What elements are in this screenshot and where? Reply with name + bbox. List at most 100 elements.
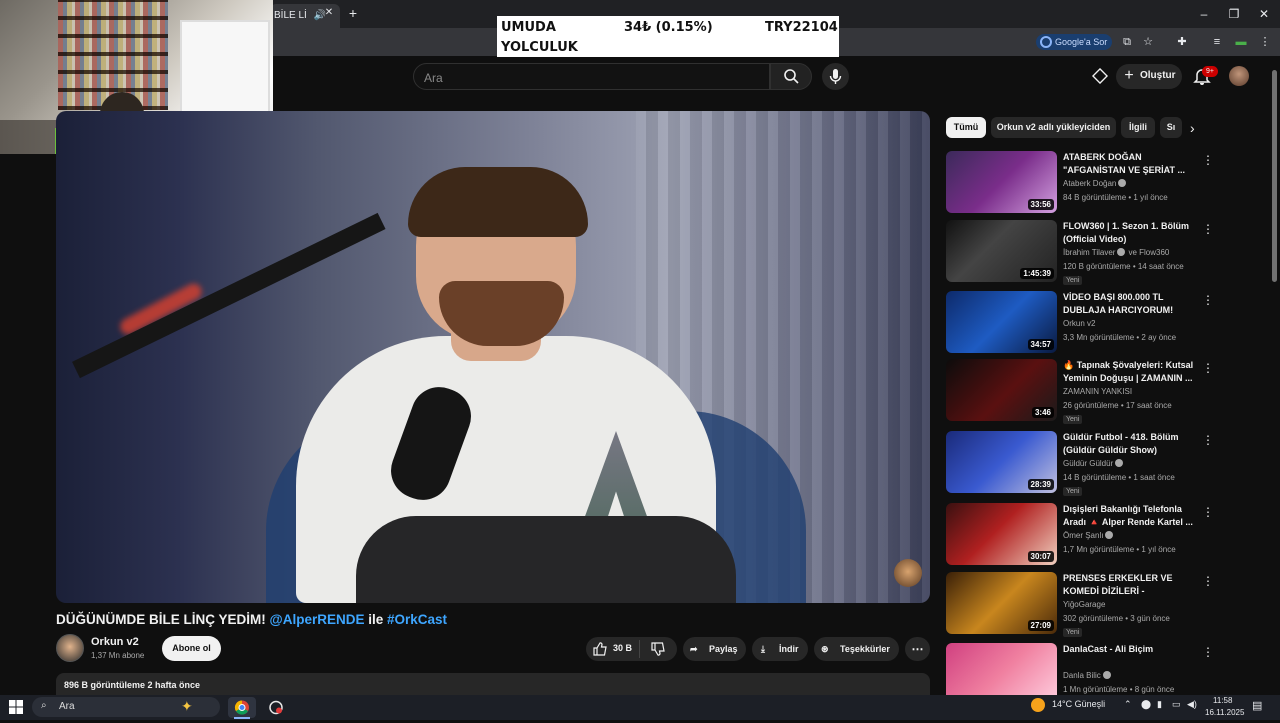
- recommendation-channel[interactable]: Danla Bilic: [1063, 671, 1111, 680]
- share-button[interactable]: ➦ Paylaş: [683, 637, 746, 661]
- more-options-icon[interactable]: ⋮: [1202, 505, 1214, 519]
- recommendation-channel[interactable]: İbrahim Tilaver ve Flow360: [1063, 248, 1169, 257]
- video-title-mention[interactable]: @AlperRENDE: [270, 612, 365, 627]
- more-options-icon[interactable]: ⋮: [1202, 433, 1214, 447]
- restore-icon[interactable]: ❐: [1226, 6, 1242, 22]
- recommendation-item[interactable]: 27:09 PRENSES ERKEKLER VE KOMEDİ DİZİLERİ…: [946, 572, 1216, 638]
- recommendation-channel[interactable]: Ömer Şanlı: [1063, 531, 1114, 540]
- recommendation-title[interactable]: Güldür Futbol - 418. Bölüm (Güldür Güldü…: [1063, 431, 1198, 457]
- wifi-icon[interactable]: ▭: [1172, 699, 1181, 710]
- recommendation-item[interactable]: 33:56 ATABERK DOĞAN "AFGANİSTAN VE ŞERİAT…: [946, 151, 1216, 217]
- channel-avatar[interactable]: [56, 634, 84, 662]
- like-icon[interactable]: [592, 641, 608, 657]
- recommendation-channel[interactable]: ZAMANIN YANKISI: [1063, 387, 1132, 396]
- video-title: DÜĞÜNÜMDE BİLE LİNÇ YEDİM! @AlperRENDE i…: [56, 612, 930, 630]
- recommendation-item[interactable]: 30:07 Dışişleri Bakanlığı Telefonla Aradı…: [946, 503, 1216, 569]
- tray-mic-icon[interactable]: ▮: [1157, 699, 1162, 710]
- more-options-icon[interactable]: ⋮: [1202, 222, 1214, 236]
- recommendation-thumbnail[interactable]: 30:07: [946, 503, 1057, 565]
- new-tab-icon[interactable]: +: [346, 6, 360, 20]
- download-icon: ⤓: [761, 644, 765, 654]
- recommendation-channel[interactable]: Orkun v2: [1063, 319, 1095, 328]
- subscribe-button[interactable]: Abone ol: [162, 636, 221, 661]
- scrollbar-thumb[interactable]: [1272, 70, 1277, 282]
- new-badge: Yeni: [1063, 276, 1083, 285]
- more-actions-icon[interactable]: ⋯: [905, 637, 930, 661]
- recommendation-title[interactable]: ATABERK DOĞAN "AFGANİSTAN VE ŞERİAT ...: [1063, 151, 1198, 177]
- weather-text[interactable]: 14°C Güneşli: [1052, 699, 1105, 709]
- bookmark-star-icon[interactable]: ☆: [1141, 35, 1155, 49]
- chevron-right-icon[interactable]: ›: [1190, 120, 1204, 136]
- share-label: Paylaş: [709, 644, 738, 654]
- recommendation-thumbnail[interactable]: 34:57: [946, 291, 1057, 353]
- profile-flag-icon[interactable]: ▬: [1234, 35, 1248, 49]
- volume-icon[interactable]: ◀): [1187, 699, 1197, 710]
- video-person-hair: [408, 167, 588, 237]
- taskbar-app[interactable]: [262, 697, 290, 718]
- recommendation-title[interactable]: Dışişleri Bakanlığı Telefonla Aradı 🔺 Al…: [1063, 503, 1198, 529]
- chip-all[interactable]: Tümü: [946, 117, 986, 138]
- clock-date[interactable]: 16.11.2025: [1205, 708, 1244, 717]
- recommendation-channel-name: İbrahim Tilaver: [1063, 248, 1116, 257]
- windows-start-icon[interactable]: [8, 699, 24, 715]
- media-icon[interactable]: ≡: [1210, 35, 1224, 49]
- recommendation-thumbnail[interactable]: 1:45:39: [946, 220, 1057, 282]
- taskbar-chrome[interactable]: [228, 697, 256, 718]
- recommendation-channel[interactable]: Güldür Güldür: [1063, 459, 1124, 468]
- video-duration: 33:56: [1027, 199, 1054, 210]
- recommendation-item[interactable]: 28:39 Güldür Futbol - 418. Bölüm (Güldür …: [946, 431, 1216, 497]
- dislike-icon[interactable]: [650, 641, 666, 657]
- recommendation-item[interactable]: 34:57 VİDEO BAŞI 800.000 TL DUBLAJA HARCI…: [946, 291, 1216, 357]
- chip-related[interactable]: İlgili: [1121, 117, 1155, 138]
- channel-name[interactable]: Orkun v2: [91, 636, 139, 648]
- search-input[interactable]: Ara: [413, 63, 770, 90]
- recommendation-item[interactable]: 1:45:39 FLOW360 | 1. Sezon 1. Bölüm (Offi…: [946, 220, 1216, 286]
- tab-close-icon[interactable]: ✕: [323, 7, 335, 19]
- recommendation-thumbnail[interactable]: 28:39: [946, 431, 1057, 493]
- recommendation-channel[interactable]: Ataberk Doğan: [1063, 179, 1127, 188]
- minimize-icon[interactable]: –: [1196, 6, 1212, 22]
- video-title-hashtag[interactable]: #OrkCast: [387, 612, 447, 627]
- recommendation-title[interactable]: 🔥 Tapınak Şövalyeleri: Kutsal Yeminin Do…: [1063, 359, 1198, 385]
- ticker-name-line1: UMUDA: [501, 20, 556, 35]
- chip-uploader[interactable]: Orkun v2 adlı yükleyiciden: [991, 117, 1116, 138]
- more-options-icon[interactable]: ⋮: [1202, 293, 1214, 307]
- search-button[interactable]: [770, 63, 812, 90]
- recommendation-item[interactable]: 3:46 🔥 Tapınak Şövalyeleri: Kutsal Yemini…: [946, 359, 1216, 425]
- close-window-icon[interactable]: ✕: [1256, 6, 1272, 22]
- recommendation-channel[interactable]: YiğoGarage: [1063, 600, 1105, 609]
- voice-search-button[interactable]: [822, 63, 849, 90]
- clock-time[interactable]: 11:58: [1213, 696, 1232, 705]
- ticker-name-line2: YOLCULUK: [501, 40, 578, 55]
- recommendation-title[interactable]: PRENSES ERKEKLER VE KOMEDİ DİZİLERİ - Lo…: [1063, 572, 1198, 598]
- more-options-icon[interactable]: ⋮: [1202, 645, 1214, 659]
- video-duration: 3:46: [1031, 407, 1054, 418]
- cast-icon[interactable]: [1091, 67, 1109, 85]
- browser-menu-icon[interactable]: ⋮: [1258, 35, 1272, 49]
- tray-network-badge-icon[interactable]: ⬤: [1141, 699, 1151, 710]
- like-count[interactable]: 30 B: [613, 643, 632, 653]
- more-options-icon[interactable]: ⋮: [1202, 361, 1214, 375]
- download-button[interactable]: ⤓ İndir: [752, 637, 808, 661]
- tray-chevron-icon[interactable]: ⌃: [1124, 699, 1132, 710]
- channel-watermark[interactable]: [894, 559, 922, 587]
- recommendation-title[interactable]: DanlaCast - Ali Biçim: [1063, 643, 1198, 656]
- video-player[interactable]: [56, 111, 930, 603]
- recommendation-title[interactable]: FLOW360 | 1. Sezon 1. Bölüm (Official Vi…: [1063, 220, 1198, 246]
- notification-center-icon[interactable]: ▤: [1252, 699, 1262, 712]
- search-icon: [784, 69, 799, 84]
- install-icon[interactable]: ⧉: [1120, 35, 1134, 49]
- tab-title: BİLE Lİ: [274, 10, 307, 21]
- more-options-icon[interactable]: ⋮: [1202, 153, 1214, 167]
- account-avatar[interactable]: [1229, 66, 1249, 86]
- recommendation-thumbnail[interactable]: 33:56: [946, 151, 1057, 213]
- thanks-button[interactable]: ⊛ Teşekkürler: [814, 637, 899, 661]
- recommendation-thumbnail[interactable]: 3:46: [946, 359, 1057, 421]
- recommendation-meta: 84 B görüntüleme • 1 yıl önce: [1063, 193, 1168, 202]
- chip-more[interactable]: Sı: [1160, 117, 1182, 138]
- recommendation-thumbnail[interactable]: 27:09: [946, 572, 1057, 634]
- recommendation-title[interactable]: VİDEO BAŞI 800.000 TL DUBLAJA HARCIYORUM…: [1063, 291, 1198, 317]
- extensions-icon[interactable]: ✚: [1175, 35, 1189, 49]
- more-options-icon[interactable]: ⋮: [1202, 574, 1214, 588]
- description-box[interactable]: 896 B görüntüleme 2 hafta önce: [56, 673, 930, 695]
